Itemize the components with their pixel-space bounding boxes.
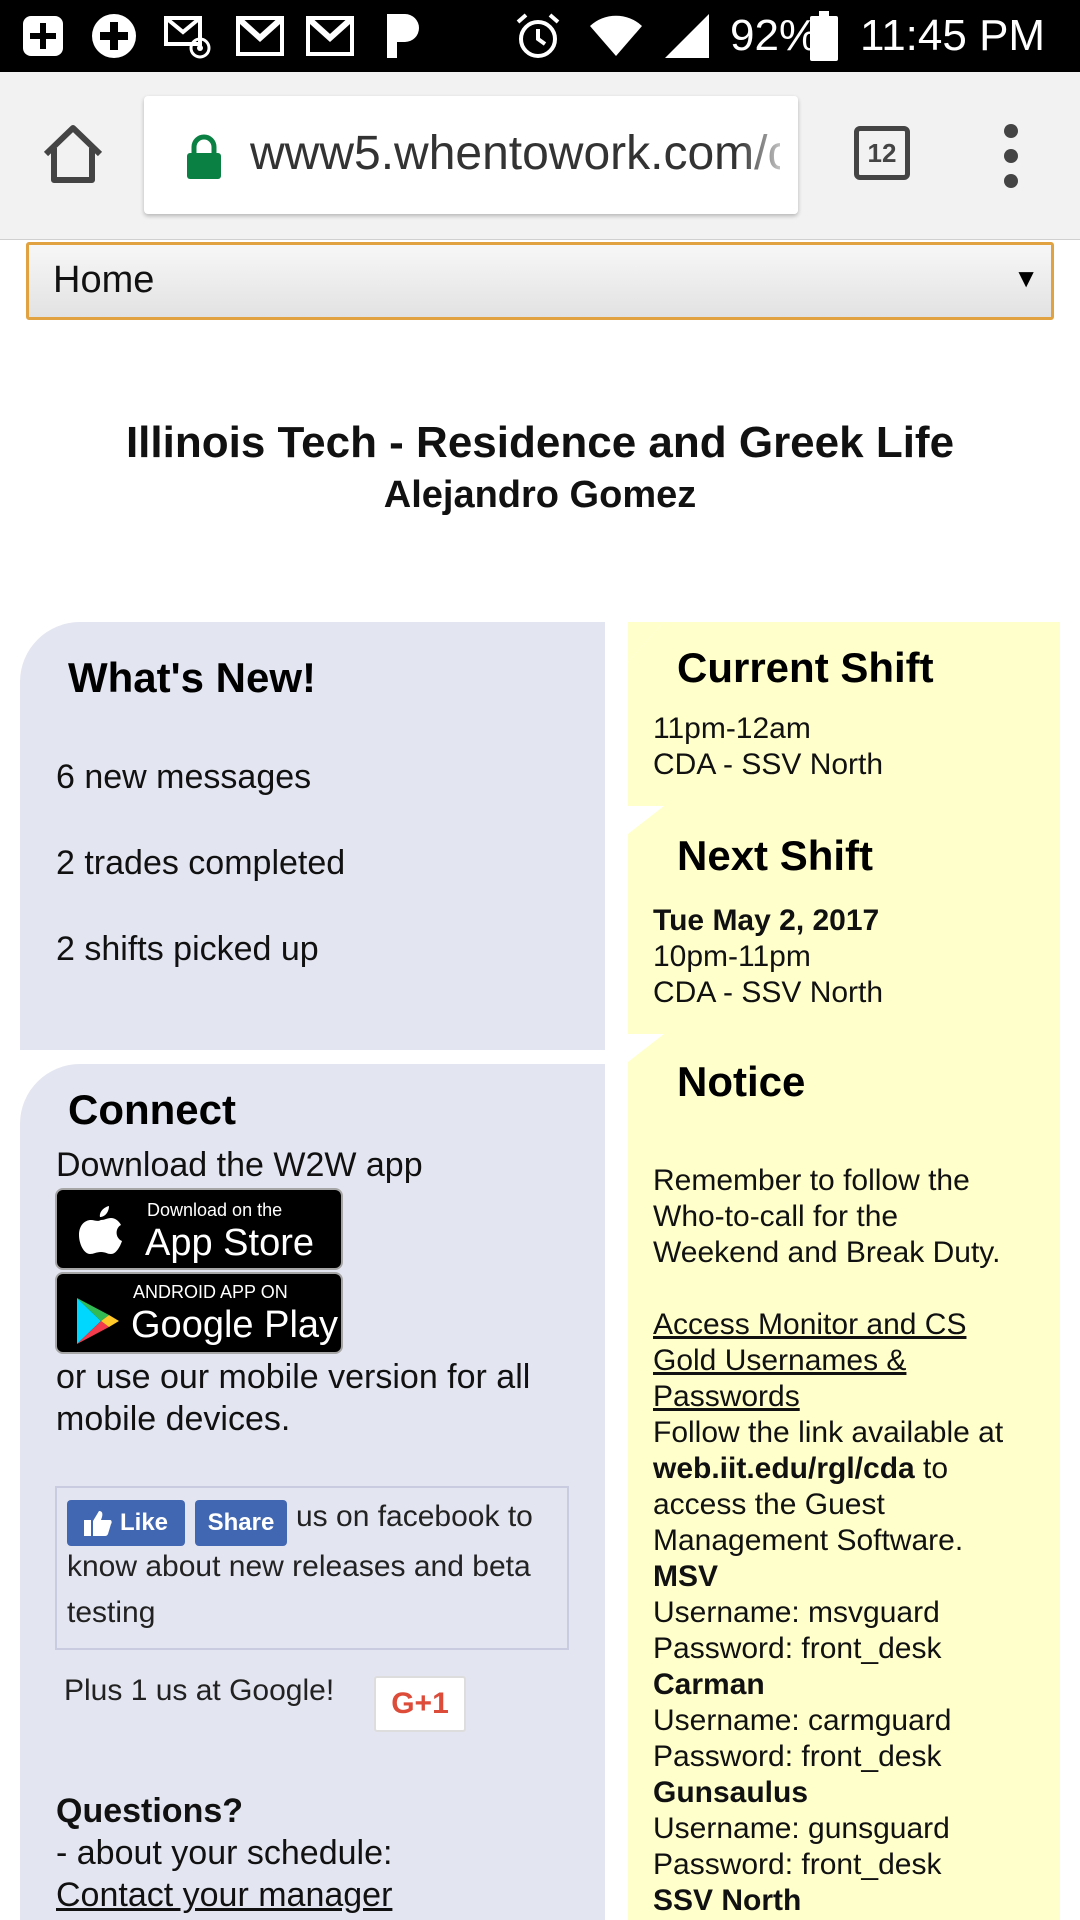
current-shift-location: CDA - SSV North [653, 748, 884, 781]
url-fade [738, 96, 798, 214]
schedule-question: - about your schedule: [56, 1834, 393, 1872]
building-ssv-north: SSV North [653, 1884, 802, 1917]
next-shift-heading: Next Shift [677, 832, 874, 879]
carman-password: Password: front_desk [653, 1740, 942, 1773]
pandora-icon [380, 12, 426, 60]
notice-url-after: to [914, 1452, 949, 1485]
tab-switcher-button[interactable]: 12 [854, 126, 910, 180]
googleplay-big-text: Google Play [131, 1304, 339, 1346]
notice-line: Remember to follow the [653, 1164, 970, 1197]
alarm-icon [512, 12, 564, 60]
appstore-big-text: App Store [145, 1222, 314, 1264]
more-vert-icon [1004, 124, 1018, 138]
current-shift-time: 11pm-12am [653, 712, 811, 745]
panel-notch [620, 1034, 664, 1062]
trades-completed-link[interactable]: 2 trades completed [56, 844, 345, 883]
carman-username: Username: carmguard [653, 1704, 952, 1737]
notice-heading: Notice [677, 1058, 806, 1105]
apple-icon [79, 1206, 122, 1254]
add-box-icon [18, 12, 68, 60]
facebook-like-label: Like [119, 1509, 169, 1536]
notice-line: Who-to-call for the [653, 1200, 899, 1233]
url-text: www5.whentowork.com/c [250, 127, 780, 180]
google-play-icon [77, 1298, 119, 1344]
nav-select-value: Home [53, 259, 155, 301]
access-monitor-link[interactable]: Access Monitor and CS [653, 1308, 966, 1342]
questions-heading: Questions? [56, 1792, 244, 1830]
whats-new-heading: What's New! [68, 654, 317, 701]
gunsaulus-password: Password: front_desk [653, 1848, 942, 1881]
gmail-icon [234, 12, 286, 60]
dropdown-arrow-icon: ▼ [1013, 263, 1039, 293]
lock-icon [184, 134, 224, 180]
google-play-button[interactable]: ANDROID APP ON Google Play [55, 1272, 343, 1354]
googleplay-small-text: ANDROID APP ON [133, 1282, 288, 1302]
mobile-version-link[interactable]: or use our mobile version for all [56, 1358, 530, 1397]
page-nav-select[interactable]: Home ▼ [26, 242, 1054, 320]
notice-url: web.iit.edu/rgl/cda [653, 1452, 915, 1485]
fb-text-line2: know about new releases and beta [67, 1550, 531, 1583]
access-monitor-link-3[interactable]: Passwords [653, 1380, 800, 1414]
cell-signal-icon [662, 12, 712, 60]
more-vert-icon-dot [1004, 149, 1018, 163]
new-messages-link[interactable]: 6 new messages [56, 758, 311, 797]
battery-percent: 92% [730, 11, 819, 60]
panel-notch [620, 806, 664, 834]
notice-line: Follow the link available at [653, 1416, 1004, 1449]
home-icon [43, 125, 103, 183]
address-bar[interactable]: www5.whentowork.com/c [144, 96, 798, 214]
wifi-icon [586, 12, 646, 60]
notice-line: Management Software. [653, 1524, 964, 1557]
next-shift-time: 10pm-11pm [653, 940, 811, 973]
building-carman: Carman [653, 1668, 765, 1701]
connect-heading: Connect [68, 1086, 236, 1133]
facebook-share-button[interactable]: Share [195, 1500, 287, 1546]
notice-line: Weekend and Break Duty. [653, 1236, 1001, 1269]
status-bar: 92% 11:45 PM [0, 0, 1080, 72]
app-store-button[interactable]: Download on the App Store [55, 1188, 343, 1270]
browser-toolbar: www5.whentowork.com/c 12 [0, 72, 1080, 240]
facebook-like-button[interactable]: Like [67, 1500, 185, 1546]
msv-password: Password: front_desk [653, 1632, 942, 1665]
fb-text-line3: testing [67, 1596, 156, 1629]
battery-icon [808, 11, 840, 61]
contact-manager-link[interactable]: Contact your manager [56, 1876, 392, 1915]
overflow-menu-button[interactable] [996, 124, 1026, 188]
google-plus-one-button[interactable]: G+1 [374, 1676, 466, 1732]
next-shift-location: CDA - SSV North [653, 976, 884, 1009]
panel-notch [628, 622, 664, 662]
current-shift-heading: Current Shift [677, 644, 934, 691]
building-gunsaulus: Gunsaulus [653, 1776, 809, 1809]
shifts-picked-up-link[interactable]: 2 shifts picked up [56, 930, 319, 969]
mail-at-icon [162, 12, 214, 60]
more-vert-icon-dot [1004, 174, 1018, 188]
access-monitor-link-2[interactable]: Gold Usernames & [653, 1344, 906, 1378]
fb-text-line1: us on facebook to [296, 1500, 533, 1533]
home-button[interactable] [38, 120, 108, 190]
notice-url-line: web.iit.edu/rgl/cda to [653, 1452, 948, 1486]
facebook-share-label: Share [207, 1509, 275, 1536]
thumbs-up-icon [83, 1511, 112, 1536]
gmail-icon [304, 12, 356, 60]
notice-line: access the Guest [653, 1488, 885, 1521]
msv-username: Username: msvguard [653, 1596, 940, 1629]
user-name: Alejandro Gomez [383, 474, 697, 516]
org-title: Illinois Tech - Residence and Greek Life [125, 418, 955, 467]
plus-circle-icon [88, 12, 140, 60]
clock: 11:45 PM [860, 11, 1046, 60]
building-msv: MSV [653, 1560, 719, 1593]
next-shift-date: Tue May 2, 2017 [653, 904, 880, 937]
download-text: Download the W2W app [56, 1146, 423, 1184]
plus-one-text: Plus 1 us at Google! [64, 1674, 335, 1707]
gunsaulus-username: Username: gunsguard [653, 1812, 950, 1845]
appstore-small-text: Download on the [147, 1200, 283, 1220]
mobile-version-text: mobile devices. [56, 1400, 291, 1438]
